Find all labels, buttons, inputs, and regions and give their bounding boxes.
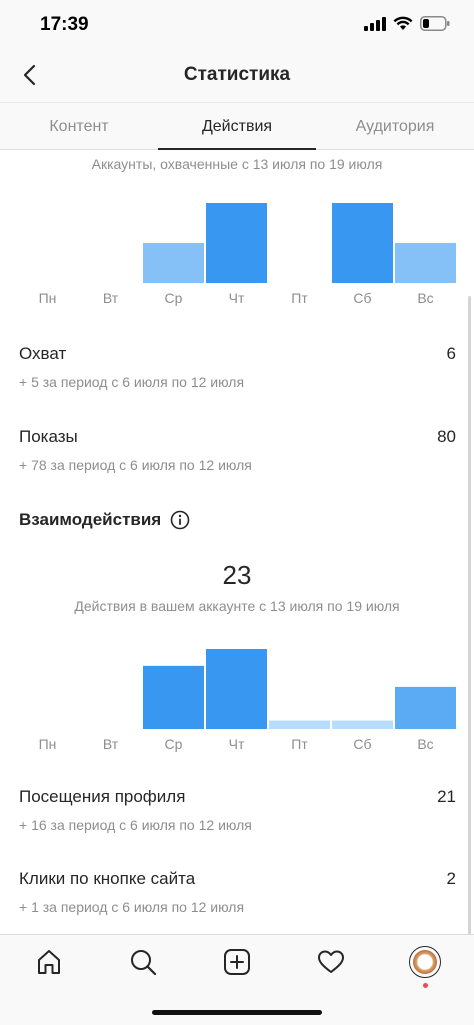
metric-impressions-label: Показы xyxy=(19,427,78,446)
metric-reach-label: Охват xyxy=(19,344,67,363)
interactions-bar-2 xyxy=(143,665,204,729)
tab-audience[interactable]: Аудитория xyxy=(316,103,474,151)
interactions-total: 23 xyxy=(222,560,252,590)
metric-impressions-change: + 78 за период с 6 июля по 12 июля xyxy=(19,457,252,473)
interactions-day-label-2: Ср xyxy=(165,736,183,752)
interactions-day-label-1: Вт xyxy=(103,736,119,752)
tab-activity[interactable]: Действия xyxy=(158,103,316,151)
reach-bar-3 xyxy=(206,203,267,283)
page-title: Статистика xyxy=(183,64,291,85)
metric-website-clicks-change: + 1 за период с 6 июля по 12 июля xyxy=(19,899,245,915)
home-icon xyxy=(38,950,60,974)
heart-icon xyxy=(318,950,344,973)
metric-profile-visits-label: Посещения профиля xyxy=(19,787,186,806)
interactions-title-text: Взаимодействия xyxy=(19,510,162,529)
metric-website-clicks-label: Клики по кнопке сайта xyxy=(19,869,196,888)
metric-website-clicks-value: 2 xyxy=(446,869,456,888)
active-tab-indicator xyxy=(158,148,316,150)
search-icon xyxy=(131,950,157,976)
interactions-day-label-6: Вс xyxy=(417,736,433,752)
wifi-icon xyxy=(393,16,413,30)
interactions-bar-6 xyxy=(395,686,456,729)
interactions-section-title: Взаимодействия xyxy=(19,510,190,530)
profile-avatar xyxy=(409,946,441,978)
interactions-chart-caption: Действия в вашем аккаунте с 13 июля по 1… xyxy=(74,598,400,614)
reach-day-label-6: Вс xyxy=(417,290,433,306)
interactions-day-label-5: Сб xyxy=(353,736,371,752)
status-time: 17:39 xyxy=(40,14,89,35)
metric-profile-visits-change: + 16 за период с 6 июля по 12 июля xyxy=(19,817,252,833)
reach-day-label-4: Пт xyxy=(291,290,308,306)
interactions-bar-3 xyxy=(206,649,267,729)
interactions-day-label-3: Чт xyxy=(229,736,245,752)
status-icons xyxy=(364,16,450,31)
interactions-day-label-0: Пн xyxy=(39,736,57,752)
scrollbar[interactable] xyxy=(468,296,471,936)
bottom-navigation xyxy=(0,934,474,1025)
reach-bar-5 xyxy=(332,203,393,283)
interactions-bar-4 xyxy=(269,720,330,729)
nav-home[interactable] xyxy=(32,945,66,979)
reach-day-label-0: Пн xyxy=(39,290,57,306)
avatar-image xyxy=(413,950,437,974)
metric-reach[interactable]: Охват 6 + 5 за период с 6 июля по 12 июл… xyxy=(19,344,456,390)
reach-chart-caption: Аккаунты, охваченные с 13 июля по 19 июл… xyxy=(91,156,383,172)
nav-new-post[interactable] xyxy=(220,945,254,979)
metric-profile-visits-value: 21 xyxy=(437,787,456,806)
reach-bar-6 xyxy=(395,243,456,283)
cellular-signal-icon xyxy=(364,16,386,31)
status-bar: 17:39 xyxy=(0,0,474,50)
notification-dot xyxy=(423,983,428,988)
nav-activity[interactable] xyxy=(314,945,348,979)
reach-bar-chart: Пн Вт Ср Чт Пт Сб Вс xyxy=(39,203,456,306)
reach-day-label-2: Ср xyxy=(165,290,183,306)
navigation-header: Статистика xyxy=(0,50,474,102)
tab-content[interactable]: Контент xyxy=(0,103,158,151)
info-icon[interactable] xyxy=(170,510,190,530)
reach-day-label-5: Сб xyxy=(353,290,371,306)
nav-search[interactable] xyxy=(126,945,160,979)
metric-reach-value: 6 xyxy=(446,344,456,363)
interactions-bar-5 xyxy=(332,720,393,729)
nav-profile[interactable] xyxy=(408,945,442,988)
reach-bar-2 xyxy=(143,243,204,283)
metric-impressions[interactable]: Показы 80 + 78 за период с 6 июля по 12 … xyxy=(19,427,456,473)
reach-day-label-1: Вт xyxy=(103,290,119,306)
tab-bar: Контент Действия Аудитория xyxy=(0,102,474,150)
metric-reach-change: + 5 за период с 6 июля по 12 июля xyxy=(19,374,245,390)
battery-icon xyxy=(420,16,450,31)
metric-profile-visits[interactable]: Посещения профиля 21 + 16 за период с 6 … xyxy=(19,787,456,833)
interactions-day-label-4: Пт xyxy=(291,736,308,752)
interactions-bar-chart: Пн Вт Ср Чт Пт Сб Вс xyxy=(39,649,456,752)
reach-day-label-3: Чт xyxy=(229,290,245,306)
metric-impressions-value: 80 xyxy=(437,427,456,446)
metric-website-clicks[interactable]: Клики по кнопке сайта 2 + 1 за период с … xyxy=(19,869,456,915)
add-post-icon xyxy=(224,949,250,975)
home-indicator xyxy=(152,1010,322,1015)
